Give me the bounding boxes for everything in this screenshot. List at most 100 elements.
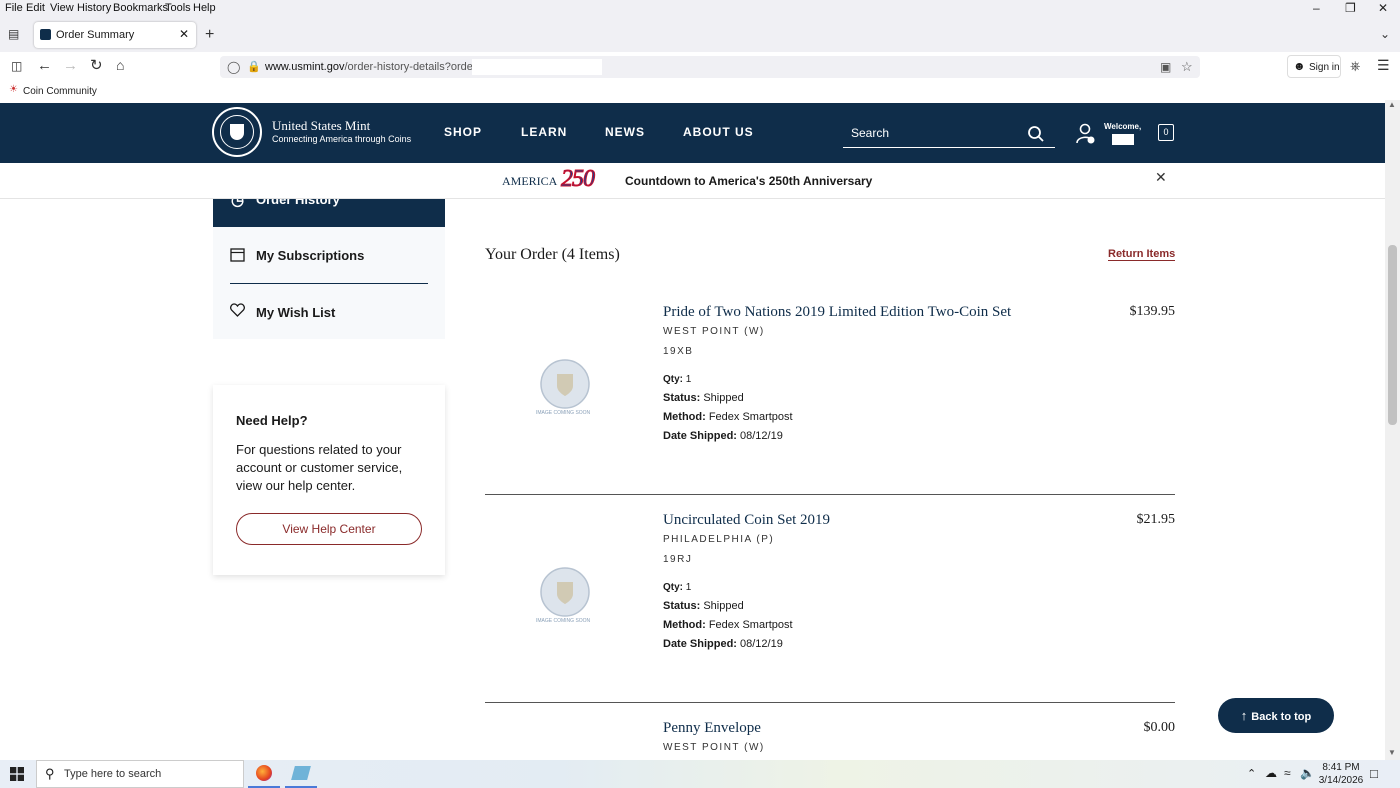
arrow-up-icon: ↑ xyxy=(1240,708,1248,723)
date-shipped-line: Date Shipped: 08/12/19 xyxy=(663,638,783,650)
welcome-label[interactable]: Welcome, xyxy=(1104,122,1141,131)
search-icon[interactable] xyxy=(1027,125,1045,143)
account-check-icon[interactable] xyxy=(1076,123,1096,145)
sidebar-item-order-history[interactable]: ◷ Order History xyxy=(213,199,445,227)
chevron-down-icon[interactable]: ⌄ xyxy=(1380,28,1390,40)
banner-text[interactable]: Countdown to America's 250th Anniversary xyxy=(625,174,872,188)
nav-bar: ◫ ← → ↻ ⌂ ◯ 🔒 www.usmint.gov/order-histo… xyxy=(0,52,1400,82)
new-tab-icon[interactable]: + xyxy=(205,27,214,43)
america-250-logo: 250 xyxy=(561,166,596,193)
sidebar-item-label: My Wish List xyxy=(256,305,336,320)
taskbar-search[interactable]: ⚲ Type here to search xyxy=(36,760,244,788)
help-title: Need Help? xyxy=(236,413,308,428)
cloud-icon[interactable]: ☁ xyxy=(1265,766,1277,780)
product-mint: PHILADELPHIA (P) xyxy=(663,534,775,545)
product-sku: 19XB xyxy=(663,346,694,357)
reload-icon[interactable]: ↻ xyxy=(90,58,103,73)
back-icon[interactable]: ← xyxy=(37,58,52,73)
brand-subtitle: Connecting America through Coins xyxy=(272,134,412,144)
search-icon: ⚲ xyxy=(45,766,55,781)
menu-view[interactable]: View xyxy=(50,2,74,14)
menu-tools[interactable]: Tools xyxy=(165,2,191,14)
product-image-placeholder: IMAGE COMING SOON xyxy=(533,358,597,422)
scroll-down-icon[interactable]: ▼ xyxy=(1388,748,1396,757)
nav-learn[interactable]: LEARN xyxy=(521,125,567,139)
return-items-link[interactable]: Return Items xyxy=(1108,248,1176,261)
volume-icon[interactable]: 🔈 xyxy=(1300,766,1315,780)
scroll-up-icon[interactable]: ▲ xyxy=(1388,100,1396,109)
restore-icon[interactable]: ❐ xyxy=(1345,1,1356,15)
mint-seal-logo[interactable] xyxy=(212,107,262,157)
url-bar[interactable]: ◯ 🔒 www.usmint.gov/order-history-details… xyxy=(220,56,1200,78)
nav-about-us[interactable]: ABOUT US xyxy=(683,125,754,139)
chevron-up-icon[interactable]: ⌃ xyxy=(1247,767,1256,780)
firefox-taskbar-button[interactable] xyxy=(248,760,280,788)
menu-help[interactable]: Help xyxy=(193,2,216,14)
hamburger-menu-icon[interactable]: ☰ xyxy=(1377,58,1390,72)
method-line: Method: Fedex Smartpost xyxy=(663,411,793,423)
wifi-icon[interactable]: ≈ xyxy=(1284,766,1291,780)
nav-shop[interactable]: SHOP xyxy=(444,125,482,139)
brand-title[interactable]: United States Mint xyxy=(272,118,370,134)
menu-edit[interactable]: Edit xyxy=(26,2,45,14)
forward-icon[interactable]: → xyxy=(63,58,78,73)
clock-time[interactable]: 8:41 PM xyxy=(1321,762,1361,773)
shield-icon[interactable]: ◯ xyxy=(227,60,240,74)
firefox-icon xyxy=(256,765,272,781)
qty-line: Qty: 1 xyxy=(663,582,692,593)
product-name[interactable]: Uncirculated Coin Set 2019 xyxy=(663,512,830,529)
minimize-icon[interactable]: – xyxy=(1313,1,1320,15)
back-to-top-button[interactable]: ↑ Back to top xyxy=(1218,698,1334,733)
extensions-icon[interactable]: ⎈ xyxy=(1350,59,1360,72)
cart-icon[interactable]: 0 xyxy=(1158,124,1174,141)
favicon-icon xyxy=(40,29,51,40)
sidebar-item-wish-list[interactable]: My Wish List xyxy=(213,289,445,339)
menu-history[interactable]: History xyxy=(77,2,111,14)
nav-news[interactable]: NEWS xyxy=(605,125,645,139)
menu-bar: File Edit View History Bookmarks Tools H… xyxy=(0,0,1400,18)
help-text: For questions related to your account or… xyxy=(236,442,403,493)
sidebar-item-subscriptions[interactable]: My Subscriptions xyxy=(213,227,445,277)
cart-count: 0 xyxy=(1163,127,1169,137)
order-item: IMAGE COMING SOON Pride of Two Nations 2… xyxy=(485,304,1175,454)
search-input[interactable] xyxy=(851,121,1031,145)
sign-in-button[interactable]: ☻ Sign in xyxy=(1287,55,1341,78)
tab-list-icon[interactable]: ▤ xyxy=(8,28,19,40)
anniversary-banner: AMERICA 250 Countdown to America's 250th… xyxy=(0,163,1385,199)
bookmark-star-icon[interactable]: ☆ xyxy=(1181,59,1193,75)
heart-icon xyxy=(230,303,245,317)
close-window-icon[interactable]: ✕ xyxy=(1378,1,1388,15)
taskbar: ⚲ Type here to search ⌃ ☁ ≈ 🔈 8:41 PM 3/… xyxy=(0,760,1400,788)
item-divider xyxy=(485,702,1175,703)
url-domain: www.usmint.gov xyxy=(265,61,345,73)
close-tab-icon[interactable]: ✕ xyxy=(179,27,189,41)
tab-order-summary[interactable]: Order Summary ✕ xyxy=(34,22,196,48)
help-card: Need Help? For questions related to your… xyxy=(213,385,445,575)
product-price: $0.00 xyxy=(1143,720,1176,735)
menu-file[interactable]: File xyxy=(5,2,23,14)
lock-icon[interactable]: 🔒 xyxy=(247,60,261,73)
clock-icon: ◷ xyxy=(231,199,245,209)
product-image-placeholder: IMAGE COMING SOON xyxy=(533,566,597,630)
product-name[interactable]: Pride of Two Nations 2019 Limited Editio… xyxy=(663,304,1011,321)
status-line: Status: Shipped xyxy=(663,600,744,612)
scrollbar-thumb[interactable] xyxy=(1388,245,1397,425)
order-item: IMAGE COMING SOON Uncirculated Coin Set … xyxy=(485,512,1175,662)
app-taskbar-button[interactable] xyxy=(285,760,317,788)
clock-date[interactable]: 3/14/2026 xyxy=(1316,775,1366,786)
menu-bookmarks[interactable]: Bookmarks xyxy=(113,2,168,14)
order-title: Your Order (4 Items) xyxy=(485,246,620,263)
close-banner-icon[interactable]: ✕ xyxy=(1155,169,1167,186)
bookmark-coin-community[interactable]: Coin Community xyxy=(23,86,97,97)
sidebar-item-label: My Subscriptions xyxy=(256,248,365,263)
sidebar-item-label: Order History xyxy=(256,199,340,207)
product-name[interactable]: Penny Envelope xyxy=(663,720,761,737)
sidebar-toggle-icon[interactable]: ◫ xyxy=(11,60,22,72)
page-scrollbar[interactable]: ▲ ▼ xyxy=(1385,100,1400,760)
search-box xyxy=(843,121,1055,148)
reader-mode-icon[interactable]: ▣ xyxy=(1160,60,1171,74)
view-help-center-button[interactable]: View Help Center xyxy=(236,513,422,545)
notifications-icon[interactable]: □ xyxy=(1370,766,1378,781)
home-icon[interactable]: ⌂ xyxy=(116,58,124,72)
windows-start-icon[interactable] xyxy=(10,767,24,781)
